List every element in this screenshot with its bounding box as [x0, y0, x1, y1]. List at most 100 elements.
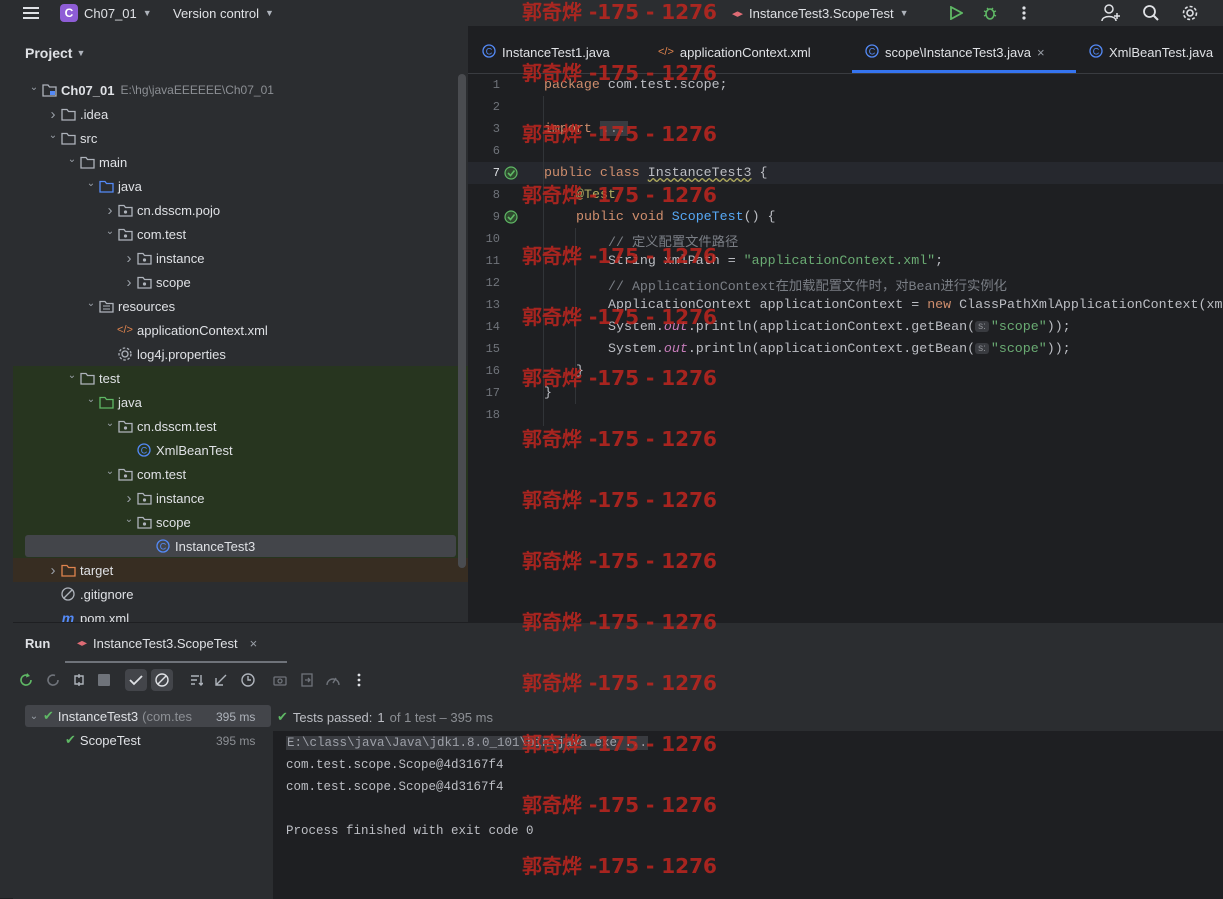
- chevron-right-icon[interactable]: ›: [122, 250, 136, 267]
- line-number: 1: [492, 78, 500, 92]
- tab-applicationcontext[interactable]: </> applicationContext.xml: [658, 40, 811, 64]
- tree-row[interactable]: log4j.properties: [103, 342, 226, 366]
- class-icon: C: [136, 442, 152, 458]
- tree-row-label: Ch07_01: [61, 82, 115, 98]
- project-scrollbar[interactable]: [458, 74, 466, 568]
- svg-text:C: C: [869, 46, 876, 56]
- chevron-down-icon[interactable]: ⌄: [122, 514, 136, 525]
- tree-row[interactable]: ⌄ cn.dsscm.test: [103, 414, 217, 438]
- chevron-down-icon[interactable]: ⌄: [103, 418, 117, 429]
- test-case-row[interactable]: ✔ ScopeTest: [65, 728, 141, 752]
- tab-xmlbeantest[interactable]: C XmlBeanTest.java: [1089, 40, 1213, 64]
- coverage-gauge-icon[interactable]: [322, 669, 344, 691]
- show-passed-toggle-icon[interactable]: [125, 669, 147, 691]
- sort-alpha-icon[interactable]: [185, 669, 207, 691]
- excluded-folder-icon: [60, 562, 76, 578]
- tree-row[interactable]: C XmlBeanTest: [122, 438, 233, 462]
- chevron-down-icon[interactable]: ⌄: [103, 226, 117, 237]
- code-editor[interactable]: 1 2 3 6 7 8 9 10 11 12 13 14 15 16 17 18…: [468, 74, 1223, 622]
- chevron-right-icon[interactable]: ›: [46, 562, 60, 579]
- show-ignored-toggle-icon[interactable]: [151, 669, 173, 691]
- tree-row[interactable]: › scope: [122, 270, 191, 294]
- tab-instancetest3[interactable]: C scope\InstanceTest3.java ×: [865, 40, 1045, 64]
- line-number: 8: [492, 188, 500, 202]
- chevron-down-icon[interactable]: ⌄: [84, 298, 98, 309]
- close-icon[interactable]: ×: [1037, 45, 1045, 60]
- run-test-gutter-icon[interactable]: [504, 166, 518, 184]
- chevron-right-icon[interactable]: ›: [122, 274, 136, 291]
- folded-imports[interactable]: ...: [599, 121, 628, 136]
- chevron-down-icon[interactable]: ⌄: [103, 466, 117, 477]
- toggle-auto-test-icon[interactable]: [68, 669, 90, 691]
- tree-row[interactable]: › instance: [122, 246, 205, 270]
- run-test-gutter-icon[interactable]: [504, 210, 518, 228]
- test-results-tree: ⌄ ✔ InstanceTest3 (com.tes 395 ms ✔ Scop…: [13, 703, 273, 899]
- chevron-right-icon[interactable]: ›: [103, 202, 117, 219]
- tree-row[interactable]: .gitignore: [46, 582, 133, 606]
- tab-instancetest1[interactable]: C InstanceTest1.java: [482, 40, 610, 64]
- close-icon[interactable]: ×: [250, 636, 258, 651]
- collapse-all-icon[interactable]: [210, 669, 232, 691]
- line-number: 15: [485, 342, 500, 356]
- rerun-icon[interactable]: [15, 669, 37, 691]
- package-icon: [136, 274, 152, 290]
- tree-row[interactable]: ⌄ test: [65, 366, 120, 390]
- chevron-down-icon: ▼: [76, 48, 86, 58]
- search-icon[interactable]: [1138, 0, 1164, 26]
- tree-row[interactable]: ⌄ src: [46, 126, 98, 150]
- check-icon: ✔: [43, 708, 54, 723]
- tree-row[interactable]: ⌄ com.test: [103, 222, 186, 246]
- run-config-selector[interactable]: ◂▸ InstanceTest3.ScopeTest ▼: [732, 0, 909, 26]
- tree-row[interactable]: › instance: [122, 486, 205, 510]
- console-output[interactable]: ✔ Tests passed: 1 of 1 test – 395 ms E:\…: [273, 703, 1223, 899]
- tree-row[interactable]: › .idea: [46, 102, 109, 126]
- tree-row[interactable]: ⌄ Ch07_01 E:\hg\javaEEEEEE\Ch07_01: [27, 78, 274, 102]
- tree-row-label: instance: [156, 250, 205, 266]
- settings-gear-icon[interactable]: [1177, 0, 1203, 26]
- chevron-down-icon[interactable]: ⌄: [65, 154, 79, 165]
- stop-icon[interactable]: [93, 669, 115, 691]
- run-panel-title: Run: [25, 635, 51, 651]
- xml-file-icon: </>: [658, 46, 674, 58]
- run-tab[interactable]: ◂▸ InstanceTest3.ScopeTest ×: [77, 623, 257, 663]
- tree-row[interactable]: ⌄ java: [84, 390, 142, 414]
- test-suite-row[interactable]: ⌄ ✔ InstanceTest3 (com.tes: [27, 704, 192, 728]
- tree-row[interactable]: ⌄ com.test: [103, 462, 186, 486]
- chevron-down-icon[interactable]: ⌄: [27, 82, 41, 93]
- code-line-3: import ...: [544, 121, 628, 136]
- tree-row[interactable]: C InstanceTest3: [141, 534, 255, 558]
- add-user-icon[interactable]: [1098, 0, 1124, 26]
- tree-row[interactable]: › target: [46, 558, 114, 582]
- chevron-down-icon[interactable]: ⌄: [46, 130, 60, 141]
- console-line: com.test.scope.Scope@4d3167f4: [286, 780, 504, 794]
- package-icon: [136, 250, 152, 266]
- tree-row[interactable]: ⌄ resources: [84, 294, 175, 318]
- vcs-menu[interactable]: Version control ▼: [173, 0, 274, 26]
- project-panel-title[interactable]: Project ▼: [25, 45, 85, 61]
- project-switcher[interactable]: C Ch07_01 ▼: [60, 0, 152, 26]
- tree-row-label: cn.dsscm.pojo: [137, 202, 221, 218]
- tree-row[interactable]: </> applicationContext.xml: [103, 318, 268, 342]
- chevron-right-icon[interactable]: ›: [122, 490, 136, 507]
- line-number: 12: [485, 276, 500, 290]
- test-history-icon[interactable]: [237, 669, 259, 691]
- debug-icon[interactable]: [977, 0, 1003, 26]
- tree-row[interactable]: › cn.dsscm.pojo: [103, 198, 221, 222]
- tree-row[interactable]: ⌄ scope: [122, 510, 191, 534]
- tree-row[interactable]: m pom.xml: [46, 606, 129, 622]
- console-command-line[interactable]: E:\class\java\Java\jdk1.8.0_101\bin\java…: [286, 736, 649, 750]
- chevron-down-icon[interactable]: ⌄: [84, 394, 98, 405]
- chevron-right-icon[interactable]: ›: [46, 106, 60, 123]
- chevron-down-icon[interactable]: ⌄: [84, 178, 98, 189]
- folder-icon: [60, 130, 76, 146]
- more-actions-icon[interactable]: [348, 669, 370, 691]
- rerun-failed-icon[interactable]: [42, 669, 64, 691]
- import-tests-icon[interactable]: [296, 669, 318, 691]
- run-icon[interactable]: [943, 0, 969, 26]
- camera-icon[interactable]: [269, 669, 291, 691]
- tree-row[interactable]: ⌄ java: [84, 174, 142, 198]
- more-actions-icon[interactable]: [1011, 0, 1037, 26]
- chevron-down-icon[interactable]: ⌄: [65, 370, 79, 381]
- tree-row[interactable]: ⌄ main: [65, 150, 127, 174]
- main-menu-icon[interactable]: [18, 0, 44, 26]
